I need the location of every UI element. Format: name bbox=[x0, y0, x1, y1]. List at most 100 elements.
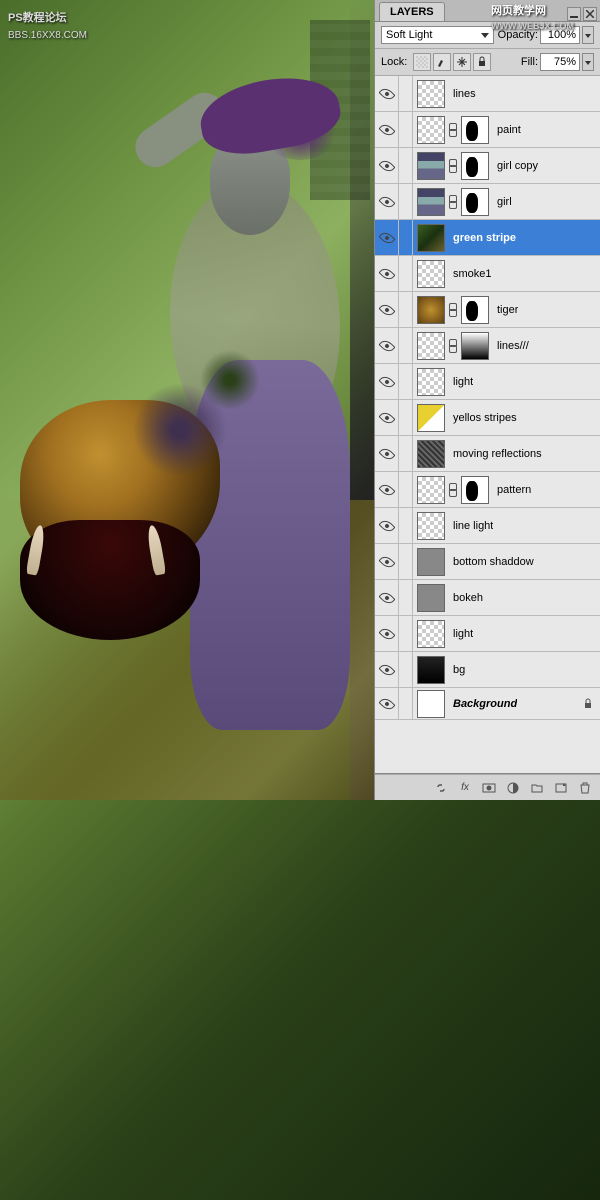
layer-thumb[interactable] bbox=[417, 440, 445, 468]
mask-link-icon[interactable] bbox=[448, 123, 458, 137]
layer-visibility-toggle[interactable] bbox=[375, 148, 399, 183]
layer-row[interactable]: tiger bbox=[375, 292, 600, 328]
mask-link-icon[interactable] bbox=[448, 303, 458, 317]
layer-row[interactable]: bokeh bbox=[375, 580, 600, 616]
layer-row[interactable]: yellos stripes bbox=[375, 400, 600, 436]
layer-thumb[interactable] bbox=[417, 404, 445, 432]
lock-pixels-button[interactable] bbox=[433, 53, 451, 71]
layer-visibility-toggle[interactable] bbox=[375, 256, 399, 291]
layer-visibility-toggle[interactable] bbox=[375, 184, 399, 219]
layer-name-label[interactable]: girl copy bbox=[493, 160, 538, 172]
layer-thumb[interactable] bbox=[417, 690, 445, 718]
layer-row[interactable]: lines/// bbox=[375, 328, 600, 364]
layer-row[interactable]: green stripe bbox=[375, 220, 600, 256]
layer-thumb[interactable] bbox=[417, 80, 445, 108]
lock-transparency-button[interactable] bbox=[413, 53, 431, 71]
opacity-flyout-button[interactable] bbox=[582, 26, 594, 44]
layer-visibility-toggle[interactable] bbox=[375, 580, 399, 615]
new-layer-button[interactable] bbox=[550, 778, 572, 798]
layer-visibility-toggle[interactable] bbox=[375, 616, 399, 651]
layer-name-label[interactable]: yellos stripes bbox=[449, 412, 517, 424]
layer-visibility-toggle[interactable] bbox=[375, 688, 399, 719]
layer-thumb[interactable] bbox=[417, 368, 445, 396]
layer-mask-thumb[interactable] bbox=[461, 296, 489, 324]
layer-row[interactable]: paint bbox=[375, 112, 600, 148]
mask-link-icon[interactable] bbox=[448, 195, 458, 209]
layer-thumb[interactable] bbox=[417, 116, 445, 144]
layer-visibility-toggle[interactable] bbox=[375, 292, 399, 327]
layer-name-label[interactable]: lines/// bbox=[493, 340, 529, 352]
layer-thumb[interactable] bbox=[417, 152, 445, 180]
delete-layer-button[interactable] bbox=[574, 778, 596, 798]
layer-row[interactable]: bottom shaddow bbox=[375, 544, 600, 580]
layer-row[interactable]: light bbox=[375, 364, 600, 400]
layer-thumb[interactable] bbox=[417, 548, 445, 576]
layer-name-label[interactable]: bg bbox=[449, 664, 465, 676]
layer-row-background[interactable]: Background bbox=[375, 688, 600, 720]
mask-link-icon[interactable] bbox=[448, 159, 458, 173]
layer-visibility-toggle[interactable] bbox=[375, 652, 399, 687]
layer-thumb[interactable] bbox=[417, 620, 445, 648]
layer-name-label[interactable]: Background bbox=[449, 698, 517, 710]
layer-visibility-toggle[interactable] bbox=[375, 364, 399, 399]
layer-thumb[interactable] bbox=[417, 260, 445, 288]
fill-flyout-button[interactable] bbox=[582, 53, 594, 71]
layer-name-label[interactable]: pattern bbox=[493, 484, 531, 496]
layer-name-label[interactable]: line light bbox=[449, 520, 493, 532]
layer-name-label[interactable]: paint bbox=[493, 124, 521, 136]
layer-visibility-toggle[interactable] bbox=[375, 400, 399, 435]
layer-row[interactable]: line light bbox=[375, 508, 600, 544]
layer-row[interactable]: lines bbox=[375, 76, 600, 112]
layer-thumb[interactable] bbox=[417, 512, 445, 540]
layer-name-label[interactable]: lines bbox=[449, 88, 476, 100]
layer-row[interactable]: girl bbox=[375, 184, 600, 220]
link-layers-button[interactable] bbox=[430, 778, 452, 798]
layer-mask-thumb[interactable] bbox=[461, 152, 489, 180]
layer-row[interactable]: smoke1 bbox=[375, 256, 600, 292]
layer-row[interactable]: moving reflections bbox=[375, 436, 600, 472]
panel-close-button[interactable] bbox=[583, 7, 597, 21]
layer-mask-thumb[interactable] bbox=[461, 332, 489, 360]
layers-list[interactable]: lines paint girl copy girl green stripe bbox=[375, 76, 600, 774]
layer-visibility-toggle[interactable] bbox=[375, 472, 399, 507]
tab-layers[interactable]: LAYERS bbox=[379, 2, 445, 21]
lock-all-button[interactable] bbox=[473, 53, 491, 71]
adjustment-layer-button[interactable] bbox=[502, 778, 524, 798]
layer-name-label[interactable]: bokeh bbox=[449, 592, 483, 604]
layer-visibility-toggle[interactable] bbox=[375, 220, 399, 255]
layer-name-label[interactable]: girl bbox=[493, 196, 512, 208]
layer-name-label[interactable]: smoke1 bbox=[449, 268, 492, 280]
layer-name-label[interactable]: tiger bbox=[493, 304, 518, 316]
layer-visibility-toggle[interactable] bbox=[375, 328, 399, 363]
layer-thumb[interactable] bbox=[417, 188, 445, 216]
layer-name-label[interactable]: bottom shaddow bbox=[449, 556, 534, 568]
layer-name-label[interactable]: light bbox=[449, 376, 473, 388]
layer-thumb[interactable] bbox=[417, 476, 445, 504]
layer-row[interactable]: girl copy bbox=[375, 148, 600, 184]
layer-visibility-toggle[interactable] bbox=[375, 544, 399, 579]
layer-thumb[interactable] bbox=[417, 296, 445, 324]
layer-name-label[interactable]: moving reflections bbox=[449, 448, 542, 460]
layer-visibility-toggle[interactable] bbox=[375, 112, 399, 147]
layer-row[interactable]: pattern bbox=[375, 472, 600, 508]
layer-visibility-toggle[interactable] bbox=[375, 76, 399, 111]
mask-link-icon[interactable] bbox=[448, 339, 458, 353]
blend-mode-select[interactable]: Soft Light bbox=[381, 26, 494, 44]
layer-thumb[interactable] bbox=[417, 656, 445, 684]
layer-thumb[interactable] bbox=[417, 584, 445, 612]
lock-position-button[interactable] bbox=[453, 53, 471, 71]
layer-thumb[interactable] bbox=[417, 224, 445, 252]
layer-mask-thumb[interactable] bbox=[461, 188, 489, 216]
layer-mask-thumb[interactable] bbox=[461, 116, 489, 144]
layer-mask-thumb[interactable] bbox=[461, 476, 489, 504]
new-group-button[interactable] bbox=[526, 778, 548, 798]
layer-name-label[interactable]: light bbox=[449, 628, 473, 640]
layer-name-label[interactable]: green stripe bbox=[449, 232, 516, 244]
layer-mask-button[interactable] bbox=[478, 778, 500, 798]
layer-visibility-toggle[interactable] bbox=[375, 508, 399, 543]
layer-row[interactable]: light bbox=[375, 616, 600, 652]
layer-visibility-toggle[interactable] bbox=[375, 436, 399, 471]
layer-thumb[interactable] bbox=[417, 332, 445, 360]
fill-input[interactable]: 75% bbox=[540, 53, 580, 71]
mask-link-icon[interactable] bbox=[448, 483, 458, 497]
